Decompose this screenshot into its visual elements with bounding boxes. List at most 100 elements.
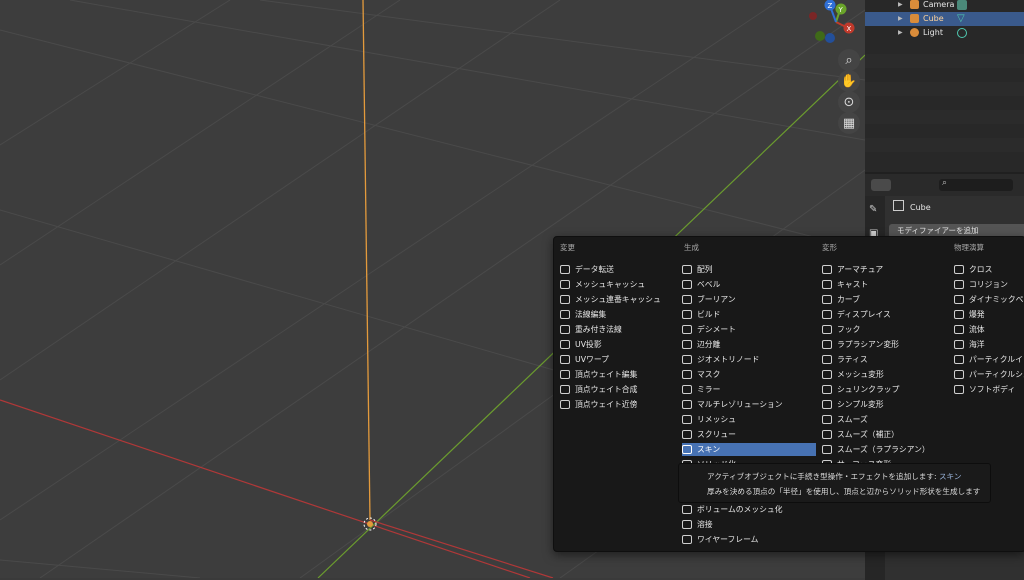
menu-item-highlighted[interactable]: スキン [682,443,816,456]
menu-item[interactable]: データ転送 [560,263,614,276]
menu-item[interactable]: ラプラシアン変形 [822,338,899,351]
menu-item[interactable]: 重み付き法線 [560,323,622,336]
collision-icon [954,280,964,289]
uv-warp-icon [560,355,570,364]
menu-item[interactable]: ボリュームのメッシュ化 [682,503,812,516]
column-header: 物理演算 [954,243,984,252]
3d-cursor-icon [367,521,373,527]
navigation-gizmo[interactable]: X Y Z [808,0,864,48]
menu-item[interactable]: シュリンクラップ [822,383,899,396]
menu-item[interactable]: カーブ [822,293,860,306]
expand-arrow-icon[interactable]: ▶ [898,26,903,40]
shrinkwrap-icon [822,385,832,394]
tooltip-title: アクティブオブジェクトに手続き型操作・エフェクトを追加します: スキン [707,472,962,481]
zoom-icon[interactable]: ⌕ [838,49,860,71]
menu-item[interactable]: パーティクルインスタンス [954,353,1024,366]
menu-item[interactable]: 辺分離 [682,338,812,351]
column-header: 変形 [822,243,837,252]
armature-icon [822,265,832,274]
menu-item[interactable]: スクリュー [682,428,812,441]
outliner-empty-row [865,138,1024,152]
editor-type-dropdown[interactable] [871,179,891,191]
properties-search-input[interactable]: ⌕ [939,178,1013,191]
menu-item[interactable]: ブーリアン [682,293,812,306]
menu-item[interactable]: パーティクルシステム [954,368,1024,381]
soft-body-icon [954,385,964,394]
menu-item[interactable]: 配列 [682,263,812,276]
mesh-data-icon[interactable]: ▽ [957,14,967,24]
vertex-weight-proximity-icon [560,400,570,409]
vertex-weight-edit-icon [560,370,570,379]
menu-item[interactable]: ミラー [682,383,812,396]
cast-icon [822,280,832,289]
light-data-icon[interactable] [957,28,967,38]
simple-deform-icon [822,400,832,409]
menu-item[interactable]: 法線編集 [560,308,606,321]
hook-icon [822,325,832,334]
menu-item[interactable]: 爆発 [954,308,985,321]
mesh-deform-icon [822,370,832,379]
menu-item[interactable]: ジオメトリノード [682,353,812,366]
menu-item[interactable]: シンプル変形 [822,398,884,411]
menu-item[interactable]: キャスト [822,278,868,291]
data-transfer-icon [560,265,570,274]
outliner-row-camera[interactable]: ▶ Camera [865,0,1024,12]
menu-item[interactable]: ダイナミックペイント [954,293,1024,306]
menu-item[interactable]: 頂点ウェイト近傍 [560,398,637,411]
menu-item[interactable]: UVワープ [560,353,609,366]
menu-item[interactable]: ワイヤーフレーム [682,533,812,546]
svg-text:Z: Z [828,2,833,10]
tool-tab-icon[interactable]: ✎ [869,204,877,215]
menu-item[interactable]: ベベル [682,278,812,291]
normal-edit-icon [560,310,570,319]
dynamic-paint-icon [954,295,964,304]
camera-data-icon[interactable] [957,0,967,10]
expand-arrow-icon[interactable]: ▶ [898,0,903,12]
add-modifier-menu: 変更 データ転送 メッシュキャッシュ メッシュ連番キャッシュ 法線編集 重み付き… [553,236,1024,552]
displace-icon [822,310,832,319]
menu-item[interactable]: デシメート [682,323,812,336]
menu-item[interactable]: クロス [954,263,992,276]
menu-item[interactable]: 海洋 [954,338,985,351]
curve-icon [822,295,832,304]
menu-item[interactable]: スムーズ（補正） [822,428,899,441]
build-icon [682,310,692,319]
menu-item[interactable]: マスク [682,368,812,381]
expand-arrow-icon[interactable]: ▶ [898,12,903,26]
outliner-row-light[interactable]: ▶ Light [865,26,1024,40]
tooltip-description: 厚みを決める頂点の「半径」を使用し、頂点と辺からソリッド形状を生成します [707,487,981,496]
menu-item[interactable]: スムーズ [822,413,868,426]
mesh-icon [910,14,919,23]
menu-item[interactable]: マルチレゾリューション [682,398,812,411]
menu-item[interactable]: UV投影 [560,338,602,351]
menu-item[interactable]: フック [822,323,860,336]
multires-icon [682,400,692,409]
menu-item[interactable]: コリジョン [954,278,1008,291]
menu-item[interactable]: アーマチュア [822,263,883,276]
menu-item[interactable]: 流体 [954,323,985,336]
grid-ortho-icon[interactable]: ▦ [838,112,860,134]
mesh-sequence-cache-icon [560,295,570,304]
menu-item[interactable]: ディスプレイス [822,308,891,321]
uv-project-icon [560,340,570,349]
menu-item[interactable]: スムーズ（ラプラシアン） [822,443,930,456]
column-header: 生成 [684,243,699,252]
menu-item[interactable]: メッシュ変形 [822,368,884,381]
menu-item[interactable]: ビルド [682,308,812,321]
menu-item[interactable]: ソフトボディ [954,383,1015,396]
menu-item[interactable]: メッシュ連番キャッシュ [560,293,661,306]
cloth-icon [954,265,964,274]
vertex-weight-mix-icon [560,385,570,394]
camera-view-icon[interactable]: ⊙ [838,91,860,113]
menu-item[interactable]: メッシュキャッシュ [560,278,645,291]
mask-icon [682,370,692,379]
menu-item[interactable]: 溶接 [682,518,812,531]
menu-item[interactable]: ラティス [822,353,868,366]
outliner-row-cube[interactable]: ▶ Cube ▽ [865,12,1024,26]
array-icon [682,265,692,274]
menu-item[interactable]: 頂点ウェイト編集 [560,368,637,381]
pan-hand-icon[interactable]: ✋ [838,70,860,92]
menu-item[interactable]: 頂点ウェイト合成 [560,383,637,396]
fluid-icon [954,325,964,334]
menu-item[interactable]: リメッシュ [682,413,812,426]
